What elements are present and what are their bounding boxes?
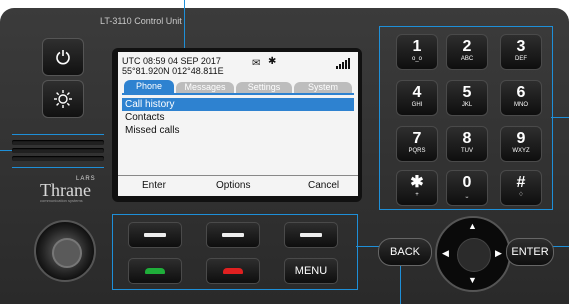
power-button[interactable] (42, 38, 84, 76)
key-digit: 1 (412, 38, 422, 55)
key-digit: 2 (462, 38, 472, 55)
red-handset-icon (223, 268, 243, 274)
handset-connector (34, 220, 96, 282)
dash-icon (222, 233, 244, 237)
key-digit: 3 (516, 38, 526, 55)
time-date-status: UTC 08:59 04 SEP 2017 (122, 56, 221, 66)
arrow-right-icon[interactable]: ▶ (495, 249, 502, 258)
key-digit: 4 (412, 84, 422, 101)
key-letters: DEF (515, 56, 527, 62)
call-button[interactable] (128, 258, 182, 284)
speaker-grille (12, 137, 104, 167)
key-letters: ABC (460, 56, 474, 62)
key-letters: ⎵ (465, 192, 469, 198)
enter-button[interactable]: ENTER (506, 238, 554, 266)
key-letters: + (415, 192, 419, 198)
brightness-icon (54, 90, 72, 108)
key-10[interactable]: ✱ + (396, 170, 438, 206)
softkey-left-button[interactable] (128, 222, 182, 248)
tab-underline (122, 93, 354, 95)
key-8[interactable]: 8 TUV (446, 126, 488, 162)
arrow-left-icon[interactable]: ◀ (442, 249, 449, 258)
softkey-labels: Enter Options Cancel (118, 175, 358, 196)
tab-system[interactable]: System (294, 82, 352, 93)
menu-list: Call history Contacts Missed calls (122, 98, 354, 137)
key-5[interactable]: 5 JKL (446, 80, 488, 116)
key-digit: 0 (462, 174, 472, 191)
green-handset-icon (145, 268, 165, 274)
tab-settings[interactable]: Settings (236, 82, 292, 93)
softkey-middle-button[interactable] (206, 222, 260, 248)
key-2[interactable]: 2 ABC (446, 34, 488, 70)
brightness-button[interactable] (42, 80, 84, 118)
power-icon (56, 50, 70, 65)
key-letters: PQRS (408, 148, 426, 154)
key-digit: 7 (412, 130, 422, 147)
menu-button[interactable]: MENU (284, 258, 338, 284)
softkey-label-enter: Enter (142, 180, 166, 191)
signal-strength-icon (336, 58, 350, 69)
menu-item-missed-calls[interactable]: Missed calls (122, 124, 354, 137)
key-digit: 8 (462, 130, 472, 147)
softkey-label-cancel: Cancel (308, 180, 340, 191)
key-digit: # (516, 174, 526, 191)
key-digit: ✱ (410, 174, 424, 191)
key-11[interactable]: 0 ⎵ (446, 170, 488, 206)
key-7[interactable]: 7 PQRS (396, 126, 438, 162)
tab-phone[interactable]: Phone (124, 80, 174, 93)
key-1[interactable]: 1 o_o (396, 34, 438, 70)
menu-item-call-history[interactable]: Call history (122, 98, 354, 111)
key-6[interactable]: 6 MNO (500, 80, 542, 116)
key-letters: WXYZ (512, 148, 530, 154)
navigation-pad[interactable]: ▲ ▼ ◀ ▶ (435, 216, 511, 292)
envelope-icon: ✉ (252, 58, 261, 69)
callout-line-right (553, 246, 569, 247)
callout-line-keypad (551, 117, 569, 118)
key-4[interactable]: 4 GHI (396, 80, 438, 116)
dash-icon (144, 233, 166, 237)
menu-item-contacts[interactable]: Contacts (122, 111, 354, 124)
key-digit: 6 (516, 84, 526, 101)
key-letters: MNO (514, 102, 528, 108)
hangup-button[interactable] (206, 258, 260, 284)
softkey-label-options: Options (216, 180, 251, 191)
tab-bar: Phone Messages Settings System (118, 80, 358, 94)
arrow-down-icon[interactable]: ▼ (468, 276, 477, 285)
key-12[interactable]: # ♢ (500, 170, 542, 206)
key-letters: GHI (411, 102, 423, 108)
key-letters: ♢ (518, 192, 524, 198)
softkey-right-button[interactable] (284, 222, 338, 248)
model-label: LT-3110 Control Unit (100, 16, 182, 26)
key-9[interactable]: 9 WXYZ (500, 126, 542, 162)
dash-icon (300, 233, 322, 237)
brand-logo: LARS Thrane communication systems (40, 176, 96, 203)
speaker-frame (12, 134, 104, 135)
back-button[interactable]: BACK (378, 238, 432, 266)
callout-line-screen (184, 0, 185, 50)
bluetooth-icon: ✱ (268, 56, 277, 67)
key-3[interactable]: 3 DEF (500, 34, 542, 70)
speaker-frame-bottom (12, 167, 104, 168)
display-screen: UTC 08:59 04 SEP 2017 55°81.920N 012°48.… (118, 52, 358, 196)
key-letters: o_o (411, 56, 422, 62)
key-digit: 9 (516, 130, 526, 147)
nav-center-button[interactable] (457, 238, 491, 272)
tab-messages[interactable]: Messages (176, 82, 234, 93)
position-status: 55°81.920N 012°48.811E (122, 66, 224, 76)
key-letters: TUV (461, 148, 473, 154)
key-digit: 5 (462, 84, 472, 101)
arrow-up-icon[interactable]: ▲ (468, 222, 477, 231)
key-letters: JKL (461, 102, 473, 108)
